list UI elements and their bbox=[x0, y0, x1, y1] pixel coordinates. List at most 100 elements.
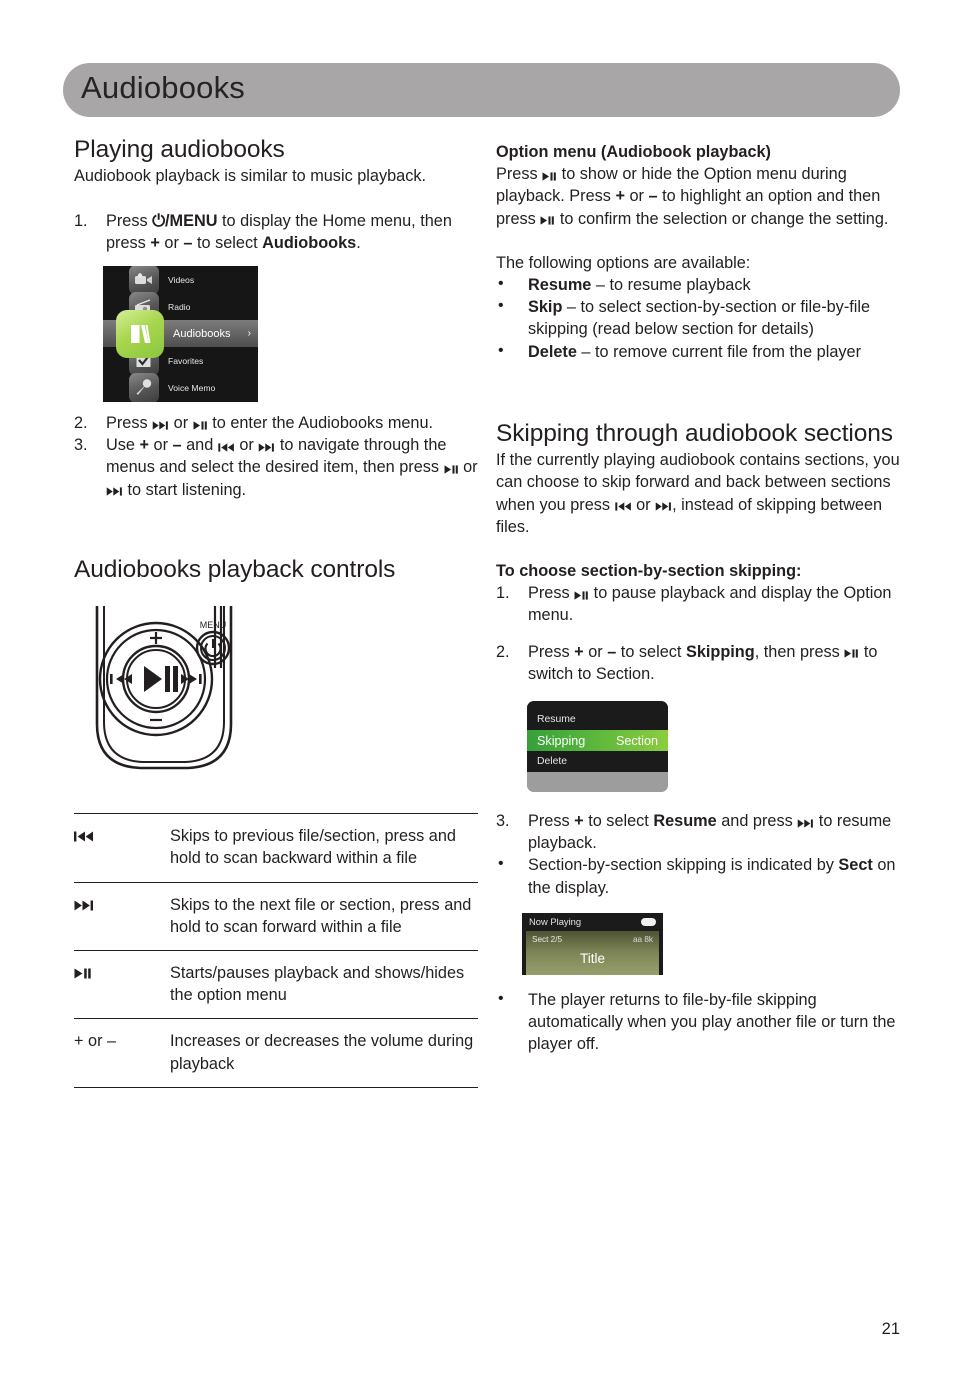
prev-track-icon bbox=[74, 831, 94, 842]
home-menu-label: Favorites bbox=[168, 355, 204, 366]
microphone-icon bbox=[129, 372, 159, 402]
next-track-icon bbox=[258, 438, 275, 454]
chevron-right-icon: › bbox=[247, 328, 251, 339]
play-pause-icon bbox=[193, 416, 208, 432]
bullet-dot-icon: • bbox=[498, 297, 504, 315]
step-text: Press to pause playback and display the … bbox=[528, 584, 892, 625]
option-row-label: Resume bbox=[537, 714, 576, 726]
right-column: Option menu (Audiobook playback) Press t… bbox=[496, 141, 900, 1055]
option-menu-heading: Option menu (Audiobook playback) bbox=[496, 143, 771, 161]
step-number: 1. bbox=[496, 584, 510, 603]
step-number: 3. bbox=[496, 812, 510, 831]
table-row: + or – Increases or decreases the volume… bbox=[74, 1018, 478, 1088]
home-menu-item-voice-memo[interactable]: Voice Memo bbox=[103, 372, 258, 402]
option-menu-row-skipping[interactable]: Skipping Section bbox=[527, 730, 668, 752]
option-menu-bottom-fill bbox=[527, 772, 668, 793]
step-item: 3. Press + to select Resume and press to… bbox=[496, 810, 900, 854]
option-list: • Resume – to resume playback • Skip – t… bbox=[496, 274, 900, 363]
step-text: Press ⏻/MENU to display the Home menu, t… bbox=[106, 211, 452, 252]
bullet-dot-icon: • bbox=[498, 989, 504, 1007]
page-header-bar: Audiobooks bbox=[63, 63, 900, 117]
control-key: + or – bbox=[74, 1018, 170, 1088]
prev-track-icon bbox=[614, 498, 632, 514]
left-column: Playing audiobooks Audiobook playback is… bbox=[74, 135, 478, 1088]
step-item: 1. Press ⏻/MENU to display the Home menu… bbox=[74, 210, 478, 254]
step-item: 3. Use + or – and or to navigate through… bbox=[74, 434, 478, 501]
option-name: Resume bbox=[528, 276, 592, 295]
step-text: Press + or – to select Skipping, then pr… bbox=[528, 642, 878, 683]
playback-controls-table: Skips to previous file/section, press an… bbox=[74, 813, 478, 1088]
next-track-icon bbox=[74, 900, 94, 911]
skipping-steps: 1. Press to pause playback and display t… bbox=[496, 582, 900, 626]
play-pause-icon bbox=[844, 645, 859, 661]
option-menu-row-resume[interactable]: Resume bbox=[527, 709, 668, 731]
now-playing-track-title: Title bbox=[579, 950, 605, 966]
home-menu-label: Radio bbox=[168, 301, 191, 312]
table-row: Skips to previous file/section, press an… bbox=[74, 813, 478, 883]
now-playing-screenshot: Now Playing Sect 2/5 aa 8k Title bbox=[522, 912, 663, 975]
step-number: 3. bbox=[74, 436, 88, 455]
list-item: • Resume – to resume playback bbox=[496, 274, 900, 296]
now-playing-rate: aa 8k bbox=[632, 934, 653, 944]
home-menu-item-videos[interactable]: Videos bbox=[103, 266, 258, 295]
option-menu-paragraph: Press to show or hide the Option menu du… bbox=[496, 165, 889, 228]
skipping-steps-3: 3. Press + to select Resume and press to… bbox=[496, 810, 900, 854]
playing-audiobooks-steps: 1. Press ⏻/MENU to display the Home menu… bbox=[74, 210, 478, 254]
option-name: Skip bbox=[528, 298, 563, 317]
option-menu-screenshot: Resume Skipping Section Delete bbox=[527, 701, 668, 793]
step-number: 2. bbox=[496, 642, 510, 661]
step-item: 2. Press or to enter the Audiobooks menu… bbox=[74, 412, 478, 434]
skipping-steps-2: 2. Press + or – to select Skipping, then… bbox=[496, 641, 900, 685]
home-menu-item-audiobooks[interactable]: Audiobooks › bbox=[103, 309, 258, 358]
list-item: • Delete – to remove current file from t… bbox=[496, 341, 900, 363]
control-description: Skips to the next file or section, press… bbox=[170, 882, 478, 952]
skipping-intro: If the currently playing audiobook conta… bbox=[496, 451, 900, 536]
skipping-heading: Skipping through audiobook sections bbox=[496, 419, 893, 447]
control-description: Skips to previous file/section, press an… bbox=[170, 813, 478, 883]
home-menu-label: Audiobooks bbox=[173, 327, 231, 340]
step-item: 2. Press + or – to select Skipping, then… bbox=[496, 641, 900, 685]
control-description: Increases or decreases the volume during… bbox=[170, 1018, 478, 1088]
skipping-bullets-2: • The player returns to file-by-file ski… bbox=[496, 989, 900, 1056]
home-menu-screenshot: Videos Radio Audiobooks › Favorites Voic… bbox=[103, 266, 258, 402]
home-menu-label: Voice Memo bbox=[168, 382, 216, 393]
step-text: Press or to enter the Audiobooks menu. bbox=[106, 414, 434, 432]
playing-audiobooks-steps-continued: 2. Press or to enter the Audiobooks menu… bbox=[74, 412, 478, 501]
step-text: Use + or – and or to navigate through th… bbox=[106, 436, 478, 499]
list-item: • Section-by-section skipping is indicat… bbox=[496, 854, 900, 898]
option-menu-row-delete[interactable]: Delete bbox=[527, 751, 668, 773]
home-menu-label: Videos bbox=[168, 274, 195, 285]
next-track-icon bbox=[797, 814, 814, 830]
option-desc: – to select section-by-section or file-b… bbox=[528, 298, 871, 339]
now-playing-section: Sect 2/5 bbox=[532, 934, 563, 944]
control-key bbox=[74, 882, 170, 952]
bullet-text: The player returns to file-by-file skipp… bbox=[528, 990, 896, 1054]
option-row-label: Delete bbox=[537, 756, 568, 768]
skipping-bullets: • Section-by-section skipping is indicat… bbox=[496, 854, 900, 898]
playback-controls-heading: Audiobooks playback controls bbox=[74, 555, 396, 583]
step-item: 1. Press to pause playback and display t… bbox=[496, 582, 900, 626]
play-pause-icon bbox=[574, 586, 589, 602]
next-track-icon bbox=[152, 416, 169, 432]
battery-icon bbox=[641, 917, 656, 926]
now-playing-header: Now Playing bbox=[522, 912, 663, 931]
step-number: 1. bbox=[74, 211, 88, 230]
option-desc: – to remove current file from the player bbox=[576, 342, 862, 361]
bullet-dot-icon: • bbox=[498, 341, 504, 359]
bullet-text: Section-by-section skipping is indicated… bbox=[528, 856, 896, 897]
page-title: Audiobooks bbox=[81, 70, 246, 105]
table-row: Skips to the next file or section, press… bbox=[74, 882, 478, 952]
option-row-label: Skipping bbox=[537, 733, 586, 748]
play-pause-icon bbox=[74, 968, 92, 979]
video-camera-icon bbox=[129, 266, 159, 295]
options-intro: The following options are available: bbox=[496, 253, 751, 272]
control-description: Starts/pauses playback and shows/hides t… bbox=[170, 950, 478, 1020]
next-track-icon bbox=[655, 498, 672, 514]
option-name: Delete bbox=[528, 342, 577, 361]
play-pause-icon bbox=[444, 460, 459, 476]
playing-audiobooks-intro: Audiobook playback is similar to music p… bbox=[74, 167, 427, 186]
book-icon bbox=[116, 309, 164, 358]
next-track-icon bbox=[106, 483, 123, 499]
option-desc: – to resume playback bbox=[591, 276, 751, 295]
control-key bbox=[74, 813, 170, 883]
